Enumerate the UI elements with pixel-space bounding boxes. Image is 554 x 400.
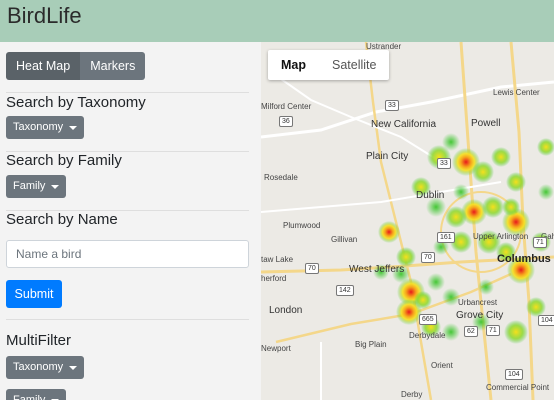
multifilter-taxonomy-label: Taxonomy: [13, 361, 64, 373]
caret-down-icon: [69, 125, 78, 130]
multifilter-section-title: MultiFilter: [6, 332, 72, 349]
taxonomy-dropdown[interactable]: Taxonomy: [6, 116, 85, 139]
map-label-plain-city: Plain City: [366, 151, 409, 162]
multifilter-family-label: Family: [13, 394, 46, 400]
map-label-newport: Newport: [261, 344, 291, 353]
map-label-grove-city: Grove City: [456, 310, 504, 321]
multifilter-taxonomy-dropdown[interactable]: Taxonomy: [6, 356, 85, 379]
heat-map-button[interactable]: Heat Map: [6, 52, 81, 80]
markers-button[interactable]: Markers: [80, 52, 146, 80]
route-shield: 36: [279, 116, 293, 127]
view-toggle: Heat Map Markers: [6, 52, 146, 80]
submit-button[interactable]: Submit: [6, 280, 62, 308]
route-shield: 71: [486, 325, 500, 336]
bird-name-input[interactable]: [6, 240, 249, 268]
map-type-satellite-button[interactable]: Satellite: [319, 50, 389, 80]
family-dropdown[interactable]: Family: [6, 175, 67, 198]
taxonomy-section-title: Search by Taxonomy: [6, 94, 146, 111]
map-view[interactable]: Map Satellite Ustrander Lewis Center Mil…: [261, 42, 554, 400]
app-header: BirdLife: [0, 0, 554, 42]
brand-title[interactable]: BirdLife: [7, 2, 82, 30]
map-label-rosedale: Rosedale: [264, 173, 298, 182]
map-label-dublin: Dublin: [416, 190, 445, 201]
map-label-plumwood: Plumwood: [283, 221, 321, 230]
route-shield: 33: [385, 100, 399, 111]
map-label-upper-arlington: Upper Arlington: [473, 232, 529, 241]
map-label-gillivan: Gillivan: [331, 235, 358, 244]
map-label-milford-center: Milford Center: [261, 102, 312, 111]
map-label-commercial-point: Commercial Point: [486, 383, 550, 392]
route-shield: 70: [305, 263, 319, 274]
family-dropdown-label: Family: [13, 180, 46, 192]
map-label-taw-lake: taw Lake: [261, 255, 294, 264]
map-label-ustrander: Ustrander: [366, 42, 402, 51]
map-label-derbydale: Derbydale: [409, 331, 446, 340]
family-section-title: Search by Family: [6, 152, 122, 169]
map-label-london: London: [269, 305, 303, 316]
route-shield: 70: [421, 252, 435, 263]
sidebar: Heat Map Markers Search by Taxonomy Taxo…: [0, 42, 261, 400]
route-shield: 71: [533, 237, 547, 248]
map-label-herford: herford: [261, 274, 287, 283]
caret-down-icon: [51, 184, 60, 189]
map-label-urbancrest: Urbancrest: [458, 298, 498, 307]
map-label-west-jefferson: West Jeffers: [349, 264, 405, 275]
divider: [6, 92, 249, 93]
route-shield: 104: [538, 315, 554, 326]
map-label-columbus: Columbus: [497, 253, 551, 265]
map-label-powell: Powell: [471, 118, 501, 129]
route-shield: 161: [437, 232, 455, 243]
map-label-derby: Derby: [401, 390, 423, 399]
map-type-toggle: Map Satellite: [268, 50, 390, 80]
map-label-orient: Orient: [431, 361, 453, 370]
divider: [6, 319, 249, 320]
route-shield: 33: [437, 158, 451, 169]
map-label-lewis-center: Lewis Center: [493, 88, 540, 97]
map-label-new-california: New California: [371, 119, 437, 130]
multifilter-family-dropdown[interactable]: Family: [6, 389, 67, 400]
route-shield: 665: [419, 314, 437, 325]
route-shield: 104: [505, 369, 523, 380]
map-type-map-button[interactable]: Map: [268, 50, 319, 80]
name-section-title: Search by Name: [6, 211, 118, 228]
taxonomy-dropdown-label: Taxonomy: [13, 121, 64, 133]
map-label-big-plain: Big Plain: [355, 340, 387, 349]
caret-down-icon: [69, 365, 78, 370]
route-shield: 62: [464, 326, 478, 337]
route-shield: 142: [336, 285, 354, 296]
